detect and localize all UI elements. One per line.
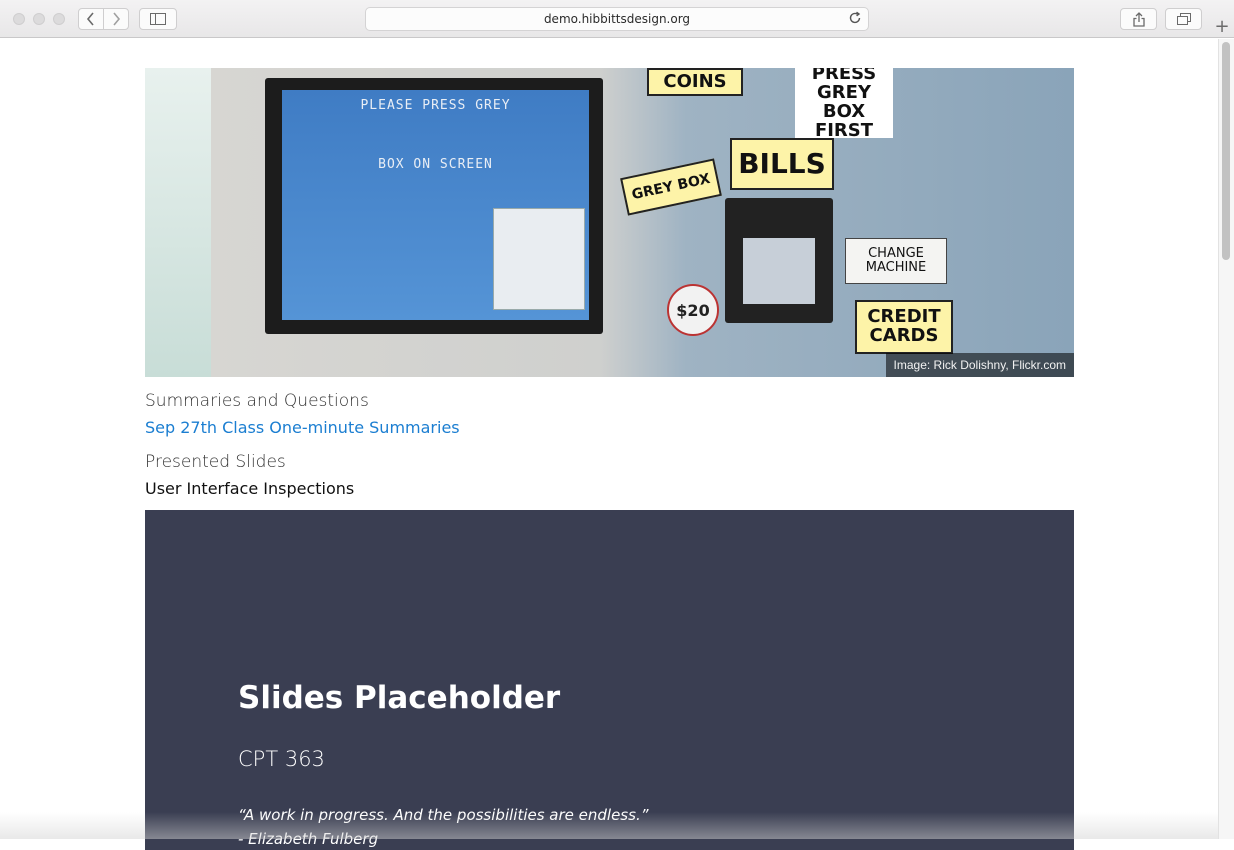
plus-icon: + [1214,15,1230,37]
forward-button[interactable] [103,8,129,30]
slides-title: User Interface Inspections [145,479,355,498]
kiosk-screen-line-2: BOX ON SCREEN [378,157,493,172]
address-bar[interactable]: demo.hibbittsdesign.org [365,7,869,31]
scrollbar-thumb[interactable] [1222,42,1230,260]
reload-icon[interactable] [848,11,862,25]
share-button[interactable] [1120,8,1157,30]
close-window-button[interactable] [13,13,25,25]
presented-slides-heading: Presented Slides [145,452,286,472]
bills-sign: BILLS [730,138,834,190]
back-button[interactable] [78,8,104,30]
summaries-heading: Summaries and Questions [145,391,369,411]
tabs-overview-icon [1176,13,1191,25]
slide-quote: “A work in progress. And the possibiliti… [238,806,649,824]
sidebar-icon [150,13,166,25]
slide-quote-attribution: - Elizabeth Fulberg [238,830,379,848]
credit-cards-sign: CREDIT CARDS [855,300,953,354]
page-content: PLEASE PRESS GREY BOX ON SCREEN COINS PR… [145,68,1074,850]
hero-image: PLEASE PRESS GREY BOX ON SCREEN COINS PR… [145,68,1074,377]
kiosk-receipt-panel [493,208,585,310]
twenty-dollar-sign: $20 [667,284,719,336]
tab-overview-button[interactable] [1165,8,1202,30]
zoom-window-button[interactable] [53,13,65,25]
change-machine-sign: CHANGE MACHINE [845,238,947,284]
chevron-left-icon [86,12,94,26]
slides-embed[interactable]: Slides Placeholder CPT 363 “A work in pr… [145,510,1074,850]
image-caption: Image: Rick Dolishny, Flickr.com [885,353,1074,377]
minimize-window-button[interactable] [33,13,45,25]
new-tab-button[interactable]: + [1210,14,1234,38]
press-grey-box-sign: PRESS GREY BOX FIRST [795,68,893,140]
chevron-right-icon [113,12,121,26]
url-text: demo.hibbittsdesign.org [543,12,691,26]
window-backdrop [145,68,211,377]
coins-sign: COINS [647,68,743,96]
slide-heading: Slides Placeholder [238,680,561,716]
summaries-link[interactable]: Sep 27th Class One-minute Summaries [145,418,460,437]
browser-toolbar: demo.hibbittsdesign.org + [0,0,1234,38]
bill-slot [743,238,815,304]
kiosk-screen-line-1: PLEASE PRESS GREY [360,98,511,113]
kiosk-screen: PLEASE PRESS GREY BOX ON SCREEN [282,90,589,320]
sidebar-toggle-button[interactable] [139,8,177,30]
slide-subheading: CPT 363 [238,747,325,771]
share-icon [1132,11,1145,27]
